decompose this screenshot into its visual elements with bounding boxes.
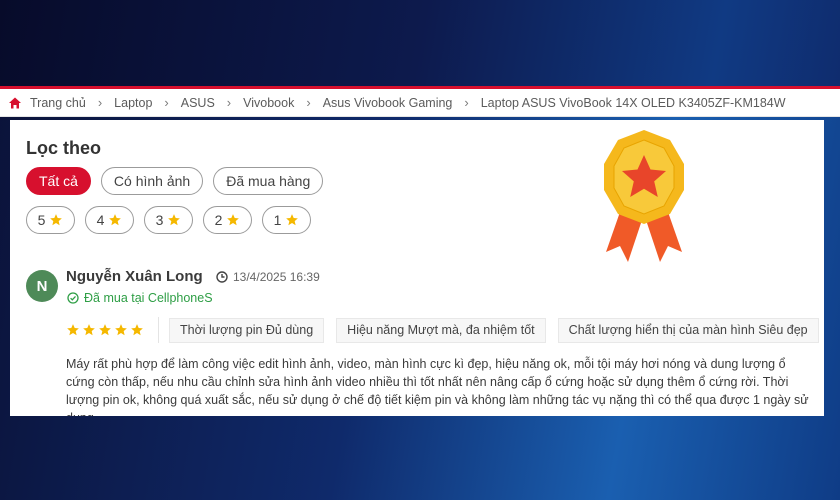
star-icon xyxy=(227,214,240,226)
breadcrumb-vivobook-gaming[interactable]: Asus Vivobook Gaming xyxy=(323,96,453,110)
star-icon xyxy=(131,324,143,336)
filter-chip-with-images[interactable]: Có hình ảnh xyxy=(100,167,204,195)
verified-purchase-text: Đã mua tại CellphoneS xyxy=(84,291,213,305)
review-tag-display: Chất lượng hiển thị của màn hình Siêu đẹ… xyxy=(557,317,819,343)
filter-chip-row: Tất cả Có hình ảnh Đã mua hàng xyxy=(26,167,324,195)
chevron-right-icon: › xyxy=(306,95,311,110)
clock-icon xyxy=(216,271,228,283)
chevron-right-icon: › xyxy=(464,95,469,110)
avatar: N xyxy=(26,270,58,302)
filter-chip-4-star[interactable]: 4 xyxy=(85,206,134,234)
star-icon xyxy=(109,214,122,226)
star-icon xyxy=(115,324,127,336)
filter-chip-2-star[interactable]: 2 xyxy=(203,206,252,234)
star-count: 1 xyxy=(273,212,282,228)
chevron-right-icon: › xyxy=(226,95,232,110)
filter-chip-1-star[interactable]: 1 xyxy=(262,206,311,234)
star-count: 3 xyxy=(155,212,164,228)
review-tag-battery: Thời lượng pin Đủ dùng xyxy=(169,317,325,343)
star-icon xyxy=(99,324,111,336)
star-count: 4 xyxy=(96,212,105,228)
breadcrumb: Trang chủ › Laptop › ASUS › Vivobook › A… xyxy=(0,89,840,117)
star-count: 5 xyxy=(37,212,46,228)
breadcrumb-home[interactable]: Trang chủ xyxy=(30,96,86,110)
award-medal-icon xyxy=(604,130,684,262)
star-count: 2 xyxy=(214,212,223,228)
verified-purchase: Đã mua tại CellphoneS xyxy=(67,291,213,305)
breadcrumb-current-product[interactable]: Laptop ASUS VivoBook 14X OLED K3405ZF-KM… xyxy=(481,96,786,110)
review-body: Máy rất phù hợp để làm công việc edit hì… xyxy=(66,357,809,416)
star-icon xyxy=(67,324,79,336)
filter-chip-purchased[interactable]: Đã mua hàng xyxy=(213,167,324,195)
review-tag-performance: Hiệu năng Mượt mà, đa nhiệm tốt xyxy=(336,317,546,343)
chevron-right-icon: › xyxy=(97,95,103,110)
review-panel: Lọc theo Tất cả Có hình ảnh Đã mua hàng … xyxy=(10,120,824,416)
rating-stars xyxy=(66,317,159,343)
filter-title: Lọc theo xyxy=(26,138,101,158)
breadcrumb-laptop[interactable]: Laptop xyxy=(114,96,152,110)
reviewer-name: Nguyễn Xuân Long xyxy=(66,268,203,285)
star-icon xyxy=(50,214,63,226)
filter-chip-all[interactable]: Tất cả xyxy=(26,167,91,195)
banner-top xyxy=(0,0,840,86)
filter-chip-3-star[interactable]: 3 xyxy=(144,206,193,234)
star-icon xyxy=(83,324,95,336)
filter-chip-5-star[interactable]: 5 xyxy=(26,206,75,234)
breadcrumb-asus[interactable]: ASUS xyxy=(181,96,215,110)
home-icon[interactable] xyxy=(8,96,22,110)
breadcrumb-vivobook[interactable]: Vivobook xyxy=(243,96,294,110)
star-icon xyxy=(168,214,181,226)
check-circle-icon xyxy=(67,292,79,304)
review-rating-row: Thời lượng pin Đủ dùng Hiệu năng Mượt mà… xyxy=(66,317,819,343)
review-time-text: 13/4/2025 16:39 xyxy=(233,270,320,284)
review-timestamp: 13/4/2025 16:39 xyxy=(216,270,320,284)
star-icon xyxy=(286,214,299,226)
star-filter-row: 5 4 3 2 1 xyxy=(26,206,311,234)
chevron-right-icon: › xyxy=(164,95,169,110)
